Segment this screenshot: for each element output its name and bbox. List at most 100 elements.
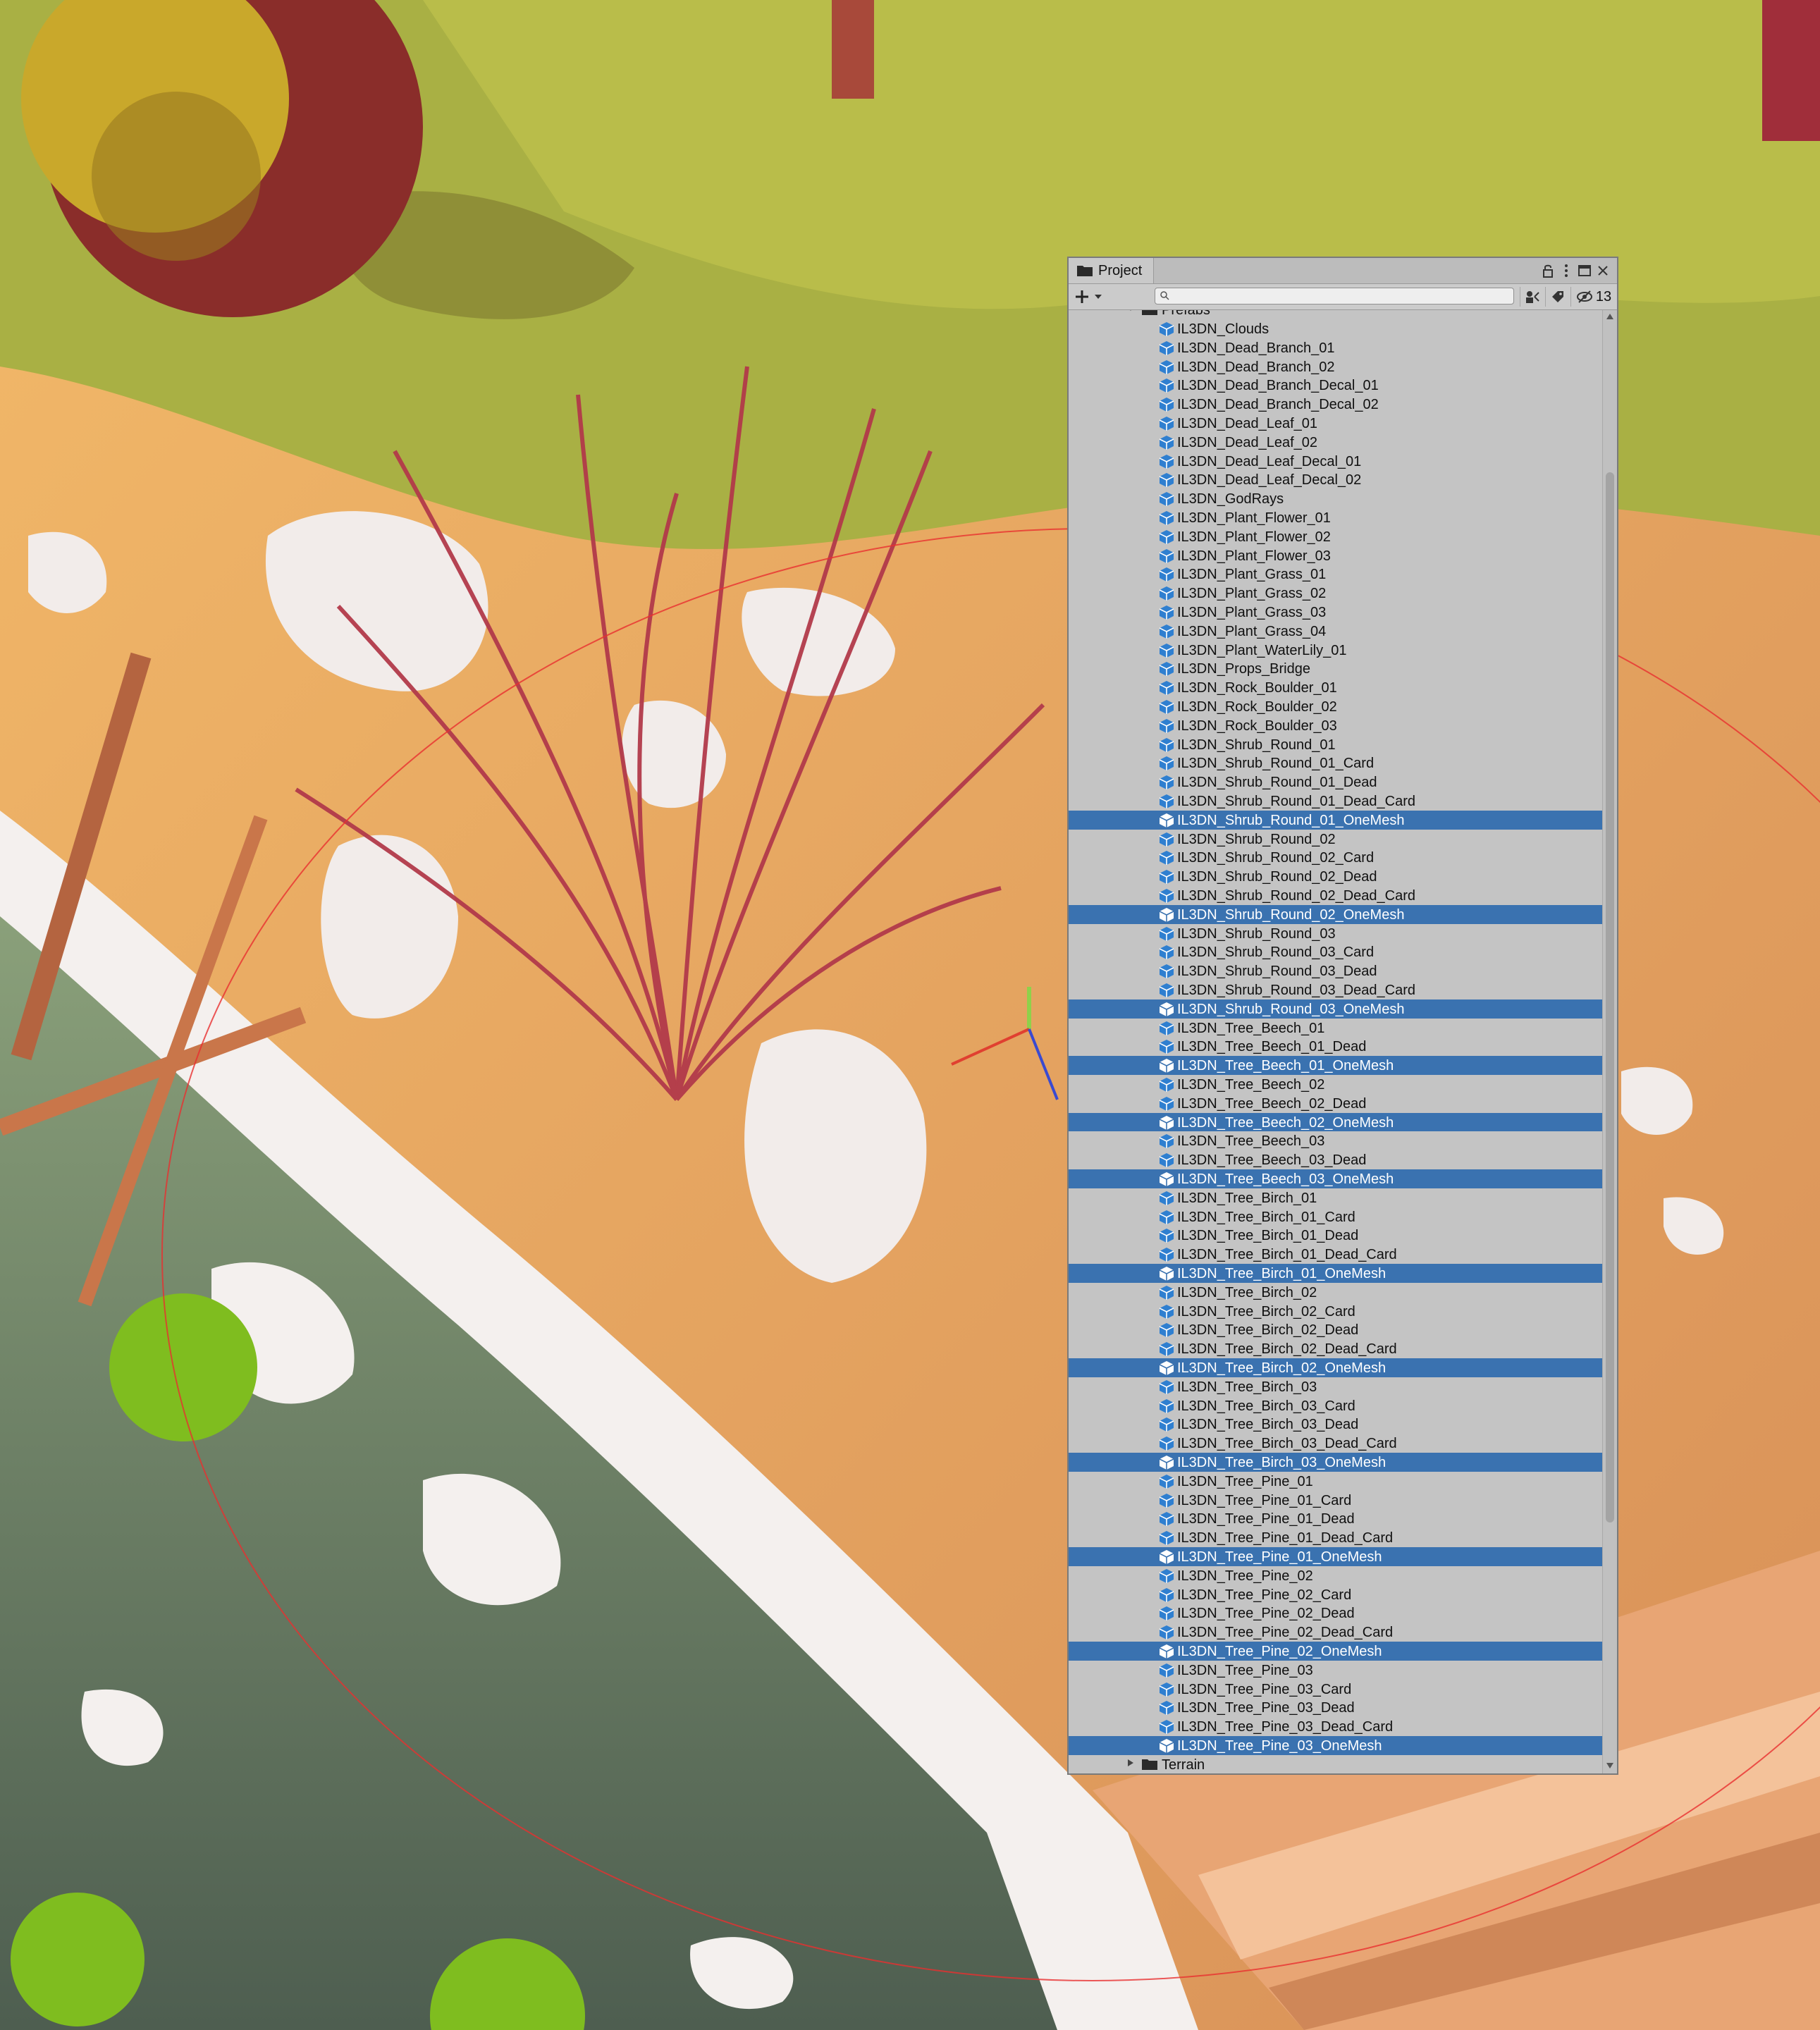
create-button[interactable] bbox=[1074, 287, 1108, 307]
asset-row[interactable]: IL3DN_Tree_Pine_02_OneMesh bbox=[1069, 1642, 1604, 1661]
asset-row[interactable]: IL3DN_Plant_Grass_04 bbox=[1069, 622, 1604, 641]
asset-row[interactable]: IL3DN_Clouds bbox=[1069, 319, 1604, 338]
asset-row[interactable]: IL3DN_Tree_Beech_03_OneMesh bbox=[1069, 1169, 1604, 1188]
asset-row[interactable]: IL3DN_Dead_Leaf_Decal_02 bbox=[1069, 470, 1604, 489]
asset-row[interactable]: IL3DN_Tree_Pine_01_Card bbox=[1069, 1491, 1604, 1510]
asset-row[interactable]: IL3DN_Tree_Pine_03_OneMesh bbox=[1069, 1736, 1604, 1755]
prefab-cube-icon bbox=[1159, 1267, 1174, 1281]
asset-row[interactable]: IL3DN_Tree_Pine_02_Dead bbox=[1069, 1604, 1604, 1623]
lock-icon[interactable] bbox=[1539, 261, 1556, 281]
asset-row[interactable]: IL3DN_Shrub_Round_01_Dead_Card bbox=[1069, 792, 1604, 811]
asset-row[interactable]: IL3DN_Tree_Birch_02_OneMesh bbox=[1069, 1358, 1604, 1377]
asset-row[interactable]: IL3DN_Tree_Pine_02_Dead_Card bbox=[1069, 1623, 1604, 1642]
asset-row[interactable]: IL3DN_Tree_Birch_03_OneMesh bbox=[1069, 1453, 1604, 1472]
asset-row[interactable]: IL3DN_Dead_Branch_Decal_01 bbox=[1069, 376, 1604, 395]
scroll-up-arrow-icon[interactable] bbox=[1606, 313, 1614, 320]
asset-row[interactable]: IL3DN_Tree_Birch_01_Dead bbox=[1069, 1226, 1604, 1245]
asset-row[interactable]: IL3DN_Shrub_Round_03 bbox=[1069, 924, 1604, 943]
asset-row[interactable]: IL3DN_Shrub_Round_01_OneMesh bbox=[1069, 810, 1604, 830]
asset-row[interactable]: IL3DN_Tree_Birch_03_Dead_Card bbox=[1069, 1434, 1604, 1453]
asset-label: IL3DN_Tree_Pine_02_Card bbox=[1177, 1587, 1352, 1603]
asset-row[interactable]: IL3DN_Tree_Pine_03_Dead_Card bbox=[1069, 1717, 1604, 1736]
folder-row-prefabs[interactable]: Prefabs bbox=[1069, 310, 1604, 319]
asset-row[interactable]: IL3DN_Tree_Pine_01_Dead bbox=[1069, 1509, 1604, 1528]
asset-row[interactable]: IL3DN_Tree_Pine_01 bbox=[1069, 1472, 1604, 1491]
asset-row[interactable]: IL3DN_Shrub_Round_01_Card bbox=[1069, 753, 1604, 773]
asset-row[interactable]: IL3DN_Dead_Leaf_02 bbox=[1069, 433, 1604, 452]
asset-row[interactable]: IL3DN_Dead_Branch_01 bbox=[1069, 338, 1604, 357]
asset-row[interactable]: IL3DN_Shrub_Round_02_Dead_Card bbox=[1069, 886, 1604, 905]
scroll-down-arrow-icon[interactable] bbox=[1606, 1762, 1614, 1769]
prefab-cube-icon bbox=[1159, 1059, 1174, 1074]
asset-row[interactable]: IL3DN_Shrub_Round_03_Dead_Card bbox=[1069, 980, 1604, 999]
tab-project[interactable]: Project bbox=[1069, 258, 1154, 283]
asset-row[interactable]: IL3DN_Tree_Pine_02_Card bbox=[1069, 1585, 1604, 1604]
asset-row[interactable]: IL3DN_Tree_Pine_03_Dead bbox=[1069, 1698, 1604, 1717]
maximize-icon[interactable] bbox=[1576, 261, 1593, 281]
search-by-type-button[interactable] bbox=[1520, 287, 1544, 307]
asset-row[interactable]: IL3DN_Tree_Beech_02 bbox=[1069, 1075, 1604, 1094]
asset-row[interactable]: IL3DN_Shrub_Round_02 bbox=[1069, 830, 1604, 849]
asset-row[interactable]: IL3DN_Shrub_Round_01_Dead bbox=[1069, 773, 1604, 792]
asset-row[interactable]: IL3DN_Tree_Birch_03 bbox=[1069, 1377, 1604, 1396]
asset-row[interactable]: IL3DN_Shrub_Round_01 bbox=[1069, 735, 1604, 754]
asset-row[interactable]: IL3DN_Tree_Birch_03_Card bbox=[1069, 1396, 1604, 1415]
asset-row[interactable]: IL3DN_Tree_Beech_01 bbox=[1069, 1019, 1604, 1038]
asset-row[interactable]: IL3DN_Tree_Birch_02_Dead bbox=[1069, 1320, 1604, 1339]
asset-row[interactable]: IL3DN_Dead_Leaf_Decal_01 bbox=[1069, 452, 1604, 471]
asset-row[interactable]: IL3DN_Tree_Birch_02_Card bbox=[1069, 1302, 1604, 1321]
asset-row[interactable]: IL3DN_Tree_Beech_02_OneMesh bbox=[1069, 1112, 1604, 1132]
expand-arrow-icon[interactable] bbox=[1126, 310, 1135, 312]
asset-row[interactable]: IL3DN_Tree_Beech_01_OneMesh bbox=[1069, 1056, 1604, 1075]
asset-row[interactable]: IL3DN_Tree_Birch_02 bbox=[1069, 1283, 1604, 1302]
folder-row[interactable]: Terrain bbox=[1069, 1755, 1604, 1773]
asset-row[interactable]: IL3DN_Plant_Flower_03 bbox=[1069, 546, 1604, 565]
asset-row[interactable]: IL3DN_Tree_Beech_03 bbox=[1069, 1131, 1604, 1150]
asset-row[interactable]: IL3DN_Plant_Flower_02 bbox=[1069, 527, 1604, 546]
close-icon[interactable] bbox=[1594, 261, 1611, 281]
asset-row[interactable]: IL3DN_Tree_Pine_03 bbox=[1069, 1661, 1604, 1680]
asset-row[interactable]: IL3DN_Plant_Grass_01 bbox=[1069, 565, 1604, 584]
search-by-label-button[interactable] bbox=[1545, 287, 1570, 307]
collapse-arrow-icon[interactable] bbox=[1126, 1759, 1135, 1767]
asset-row[interactable]: IL3DN_Tree_Birch_01_Dead_Card bbox=[1069, 1245, 1604, 1264]
vertical-scrollbar[interactable] bbox=[1602, 310, 1617, 1773]
asset-row[interactable]: IL3DN_Dead_Leaf_01 bbox=[1069, 414, 1604, 433]
scrollbar-thumb[interactable] bbox=[1606, 472, 1614, 1522]
asset-row[interactable]: IL3DN_Tree_Beech_01_Dead bbox=[1069, 1037, 1604, 1056]
asset-row[interactable]: IL3DN_Rock_Boulder_03 bbox=[1069, 716, 1604, 735]
asset-row[interactable]: IL3DN_Plant_Flower_01 bbox=[1069, 508, 1604, 527]
asset-row[interactable]: IL3DN_Tree_Pine_02 bbox=[1069, 1566, 1604, 1585]
asset-row[interactable]: IL3DN_Dead_Branch_Decal_02 bbox=[1069, 395, 1604, 414]
asset-row[interactable]: IL3DN_Tree_Birch_02_Dead_Card bbox=[1069, 1339, 1604, 1358]
asset-row[interactable]: IL3DN_Shrub_Round_02_OneMesh bbox=[1069, 904, 1604, 924]
asset-row[interactable]: IL3DN_Dead_Branch_02 bbox=[1069, 357, 1604, 376]
asset-row[interactable]: IL3DN_Tree_Pine_01_OneMesh bbox=[1069, 1547, 1604, 1566]
asset-row[interactable]: IL3DN_Tree_Birch_01 bbox=[1069, 1188, 1604, 1207]
asset-row[interactable]: IL3DN_Tree_Birch_03_Dead bbox=[1069, 1415, 1604, 1434]
asset-label: IL3DN_Tree_Pine_03 bbox=[1177, 1662, 1313, 1678]
asset-row[interactable]: IL3DN_Tree_Beech_02_Dead bbox=[1069, 1094, 1604, 1113]
asset-row[interactable]: IL3DN_Tree_Beech_03_Dead bbox=[1069, 1150, 1604, 1169]
prefab-cube-icon bbox=[1159, 1587, 1174, 1602]
more-options-icon[interactable] bbox=[1558, 261, 1575, 281]
asset-row[interactable]: IL3DN_Tree_Birch_01_OneMesh bbox=[1069, 1264, 1604, 1283]
asset-row[interactable]: IL3DN_Shrub_Round_02_Dead bbox=[1069, 867, 1604, 886]
asset-row[interactable]: IL3DN_Shrub_Round_03_Card bbox=[1069, 942, 1604, 961]
asset-row[interactable]: IL3DN_Rock_Boulder_02 bbox=[1069, 697, 1604, 716]
asset-row[interactable]: IL3DN_Rock_Boulder_01 bbox=[1069, 678, 1604, 697]
project-asset-tree[interactable]: Prefabs IL3DN_Clouds IL3DN_Dead_Branch_01… bbox=[1069, 310, 1604, 1773]
asset-row[interactable]: IL3DN_Tree_Birch_01_Card bbox=[1069, 1207, 1604, 1226]
asset-row[interactable]: IL3DN_Shrub_Round_03_OneMesh bbox=[1069, 999, 1604, 1019]
asset-row[interactable]: IL3DN_Plant_WaterLily_01 bbox=[1069, 641, 1604, 660]
asset-row[interactable]: IL3DN_Shrub_Round_02_Card bbox=[1069, 848, 1604, 867]
asset-row[interactable]: IL3DN_Tree_Pine_01_Dead_Card bbox=[1069, 1528, 1604, 1547]
asset-row[interactable]: IL3DN_Plant_Grass_02 bbox=[1069, 584, 1604, 603]
asset-row[interactable]: IL3DN_GodRays bbox=[1069, 489, 1604, 508]
asset-row[interactable]: IL3DN_Props_Bridge bbox=[1069, 659, 1604, 678]
asset-row[interactable]: IL3DN_Tree_Pine_03_Card bbox=[1069, 1680, 1604, 1699]
asset-row[interactable]: IL3DN_Shrub_Round_03_Dead bbox=[1069, 961, 1604, 980]
search-input[interactable] bbox=[1155, 288, 1514, 304]
hidden-packages-toggle[interactable]: 13 bbox=[1570, 287, 1616, 307]
asset-row[interactable]: IL3DN_Plant_Grass_03 bbox=[1069, 603, 1604, 622]
